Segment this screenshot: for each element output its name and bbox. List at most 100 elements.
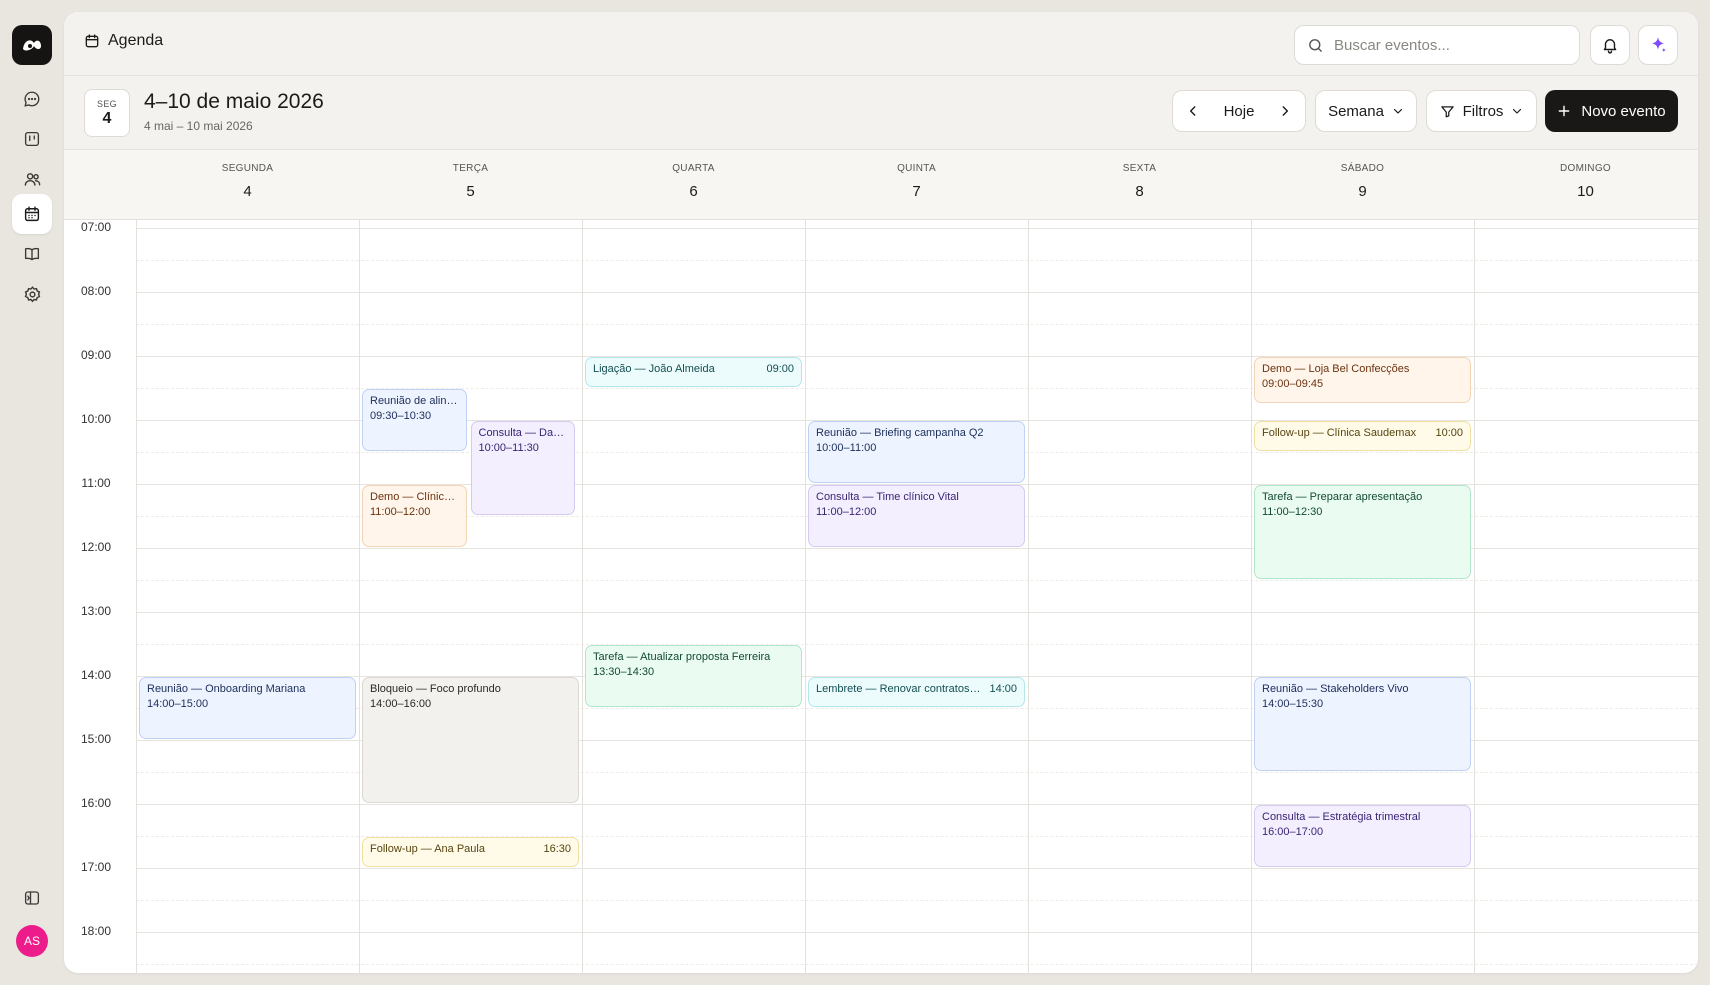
- day-header-1[interactable]: SEGUNDA 4: [136, 150, 359, 220]
- settings-icon: [24, 285, 40, 302]
- day-header-7[interactable]: DOMINGO 10: [1474, 150, 1697, 220]
- day-header-number: 4: [243, 183, 252, 200]
- search-input[interactable]: [1334, 36, 1564, 54]
- plus-icon: [1559, 105, 1570, 117]
- rail-calendar-button[interactable]: [12, 194, 52, 234]
- calendar-event[interactable]: Consulta — Time clínico Vital 11:00–12:00: [808, 485, 1025, 547]
- calendar-event[interactable]: Tarefa — Preparar apresentação 11:00–12:3…: [1254, 485, 1471, 579]
- notifications-button[interactable]: [1590, 25, 1630, 65]
- today-badge-day: 4: [102, 110, 112, 127]
- search-box[interactable]: [1294, 25, 1580, 65]
- rail-users-button[interactable]: [12, 159, 52, 199]
- day-header-number: 10: [1577, 183, 1594, 200]
- calendar-event[interactable]: Bloqueio — Foco profundo 14:00–16:00: [362, 677, 579, 803]
- half-hour-line: [136, 964, 1698, 965]
- calendar-event[interactable]: Demo — Clínica Saudemax 11:00–12:00: [362, 485, 467, 547]
- calendar-event[interactable]: Reunião — Onboarding Mariana 14:00–15:00: [139, 677, 356, 739]
- day-column-divider: [136, 220, 137, 973]
- day-header-4[interactable]: QUINTA 7: [805, 150, 1028, 220]
- next-week-button[interactable]: [1265, 91, 1305, 131]
- chevron-down-icon: [1393, 108, 1403, 114]
- today-button[interactable]: Hoje: [1213, 103, 1265, 120]
- event-time: 14:00–15:00: [147, 698, 209, 710]
- calendar-icon: [85, 34, 99, 48]
- week-grid[interactable]: 07:00 08:00 09:00 10:00 11:00 12:00 13:00 14:00…: [64, 220, 1698, 973]
- hour-label: 16:00: [80, 796, 112, 810]
- hour-label: 18:00: [80, 924, 112, 938]
- event-title: Tarefa — Preparar apresentação: [1262, 491, 1423, 503]
- today-badge-weekday: SEG: [97, 99, 117, 109]
- previous-week-button[interactable]: [1173, 91, 1213, 131]
- calendar-event[interactable]: Reunião — Stakeholders Vivo 14:00–15:30: [1254, 677, 1471, 771]
- event-time: 16:00–17:00: [1262, 826, 1324, 838]
- chevron-down-icon: [1513, 108, 1522, 114]
- sparkle-icon: [1651, 37, 1666, 53]
- search-icon: [1309, 38, 1322, 52]
- view-select[interactable]: Semana: [1315, 90, 1417, 132]
- chevron-right-icon: [1282, 106, 1289, 116]
- today-badge[interactable]: SEG 4: [84, 89, 130, 137]
- event-title: Reunião — Briefing campanha Q2: [816, 427, 984, 439]
- calendar-event[interactable]: Follow-up — Ana Paula 16:30: [362, 837, 579, 867]
- calendar-event[interactable]: Reunião de alinhamento 09:30–10:30: [362, 389, 467, 451]
- hour-line: [136, 932, 1698, 933]
- range-subtitle: 4 mai – 10 mai 2026: [144, 119, 253, 133]
- calendar-toolbar: SEG 4 4–10 de maio 2026 4 mai – 10 mai 2…: [64, 76, 1698, 150]
- ai-assistant-button[interactable]: [1638, 25, 1678, 65]
- calendar-event[interactable]: Follow-up — Clínica Saudemax 10:00: [1254, 421, 1471, 451]
- calendar-event[interactable]: Demo — Loja Bel Confecções 09:00–09:45: [1254, 357, 1471, 403]
- event-title: Follow-up — Clínica Saudemax: [1262, 427, 1417, 439]
- user-avatar[interactable]: AS: [16, 925, 48, 957]
- calendar-event[interactable]: Tarefa — Atualizar proposta Ferreira 13:3…: [585, 645, 802, 707]
- calendar-event[interactable]: Consulta — Davi Rocha 10:00–11:30: [470, 421, 575, 515]
- event-time: 09:30–10:30: [370, 410, 432, 422]
- app-title-label: Agenda: [108, 32, 164, 49]
- filters-button[interactable]: Filtros: [1426, 90, 1537, 132]
- calendar-event[interactable]: Reunião — Briefing campanha Q2 10:00–11:0…: [808, 421, 1025, 483]
- event-title: Demo — Loja Bel Confecções: [1262, 363, 1410, 375]
- rail-book-button[interactable]: [12, 234, 52, 274]
- hour-label: 10:00: [80, 412, 112, 426]
- day-header-name: QUINTA: [897, 163, 936, 174]
- rail-chat-button[interactable]: [12, 79, 52, 119]
- day-header-5[interactable]: SEXTA 8: [1028, 150, 1251, 220]
- day-header-number: 6: [689, 183, 698, 200]
- week-day-header: SEGUNDA 4 TERÇA 5 QUARTA 6 QUINTA 7 SEXTA 8 SÁBADO…: [64, 150, 1698, 220]
- hour-label: 12:00: [80, 540, 112, 554]
- panel-toggle-icon: [24, 891, 40, 905]
- bell-icon: [1603, 39, 1617, 54]
- day-header-name: SÁBADO: [1340, 163, 1385, 174]
- calendar-icon: [24, 206, 40, 222]
- day-column-divider: [1251, 220, 1252, 973]
- hour-label: 08:00: [80, 284, 112, 298]
- range-title: 4–10 de maio 2026: [144, 90, 324, 113]
- day-header-3[interactable]: QUARTA 6: [582, 150, 805, 220]
- app-logo[interactable]: [12, 25, 52, 65]
- hour-line: [136, 292, 1698, 293]
- rail-board-button[interactable]: [12, 119, 52, 159]
- day-header-2[interactable]: TERÇA 5: [359, 150, 582, 220]
- calendar-event[interactable]: Ligação — João Almeida 09:00: [585, 357, 802, 387]
- hour-label: 15:00: [80, 732, 112, 746]
- logo-icon: [23, 40, 41, 51]
- calendar-event[interactable]: Lembrete — Renovar contratos anuais 14:00: [808, 677, 1025, 707]
- event-time: 14:00–15:30: [1262, 698, 1324, 710]
- users-icon: [24, 172, 40, 186]
- hour-line: [136, 228, 1698, 229]
- event-title: Demo — Clínica Saudemax: [370, 491, 459, 503]
- day-header-6[interactable]: SÁBADO 9: [1251, 150, 1474, 220]
- view-select-label: Semana: [1328, 102, 1384, 120]
- half-hour-line: [136, 900, 1698, 901]
- event-time: 10:00–11:30: [478, 442, 539, 454]
- filter-icon: [1440, 105, 1454, 117]
- event-title: Reunião — Stakeholders Vivo: [1262, 683, 1409, 695]
- new-event-button[interactable]: Novo evento: [1545, 90, 1678, 132]
- board-icon: [24, 131, 40, 147]
- rail-panel-toggle-button[interactable]: [12, 878, 52, 918]
- event-time: 11:00–12:00: [370, 506, 431, 518]
- day-header-name: SEXTA: [1122, 163, 1157, 174]
- event-title: Tarefa — Atualizar proposta Ferreira: [593, 651, 771, 663]
- rail-settings-button[interactable]: [12, 274, 52, 314]
- day-column-divider: [582, 220, 583, 973]
- calendar-event[interactable]: Consulta — Estratégia trimestral 16:00–17…: [1254, 805, 1471, 867]
